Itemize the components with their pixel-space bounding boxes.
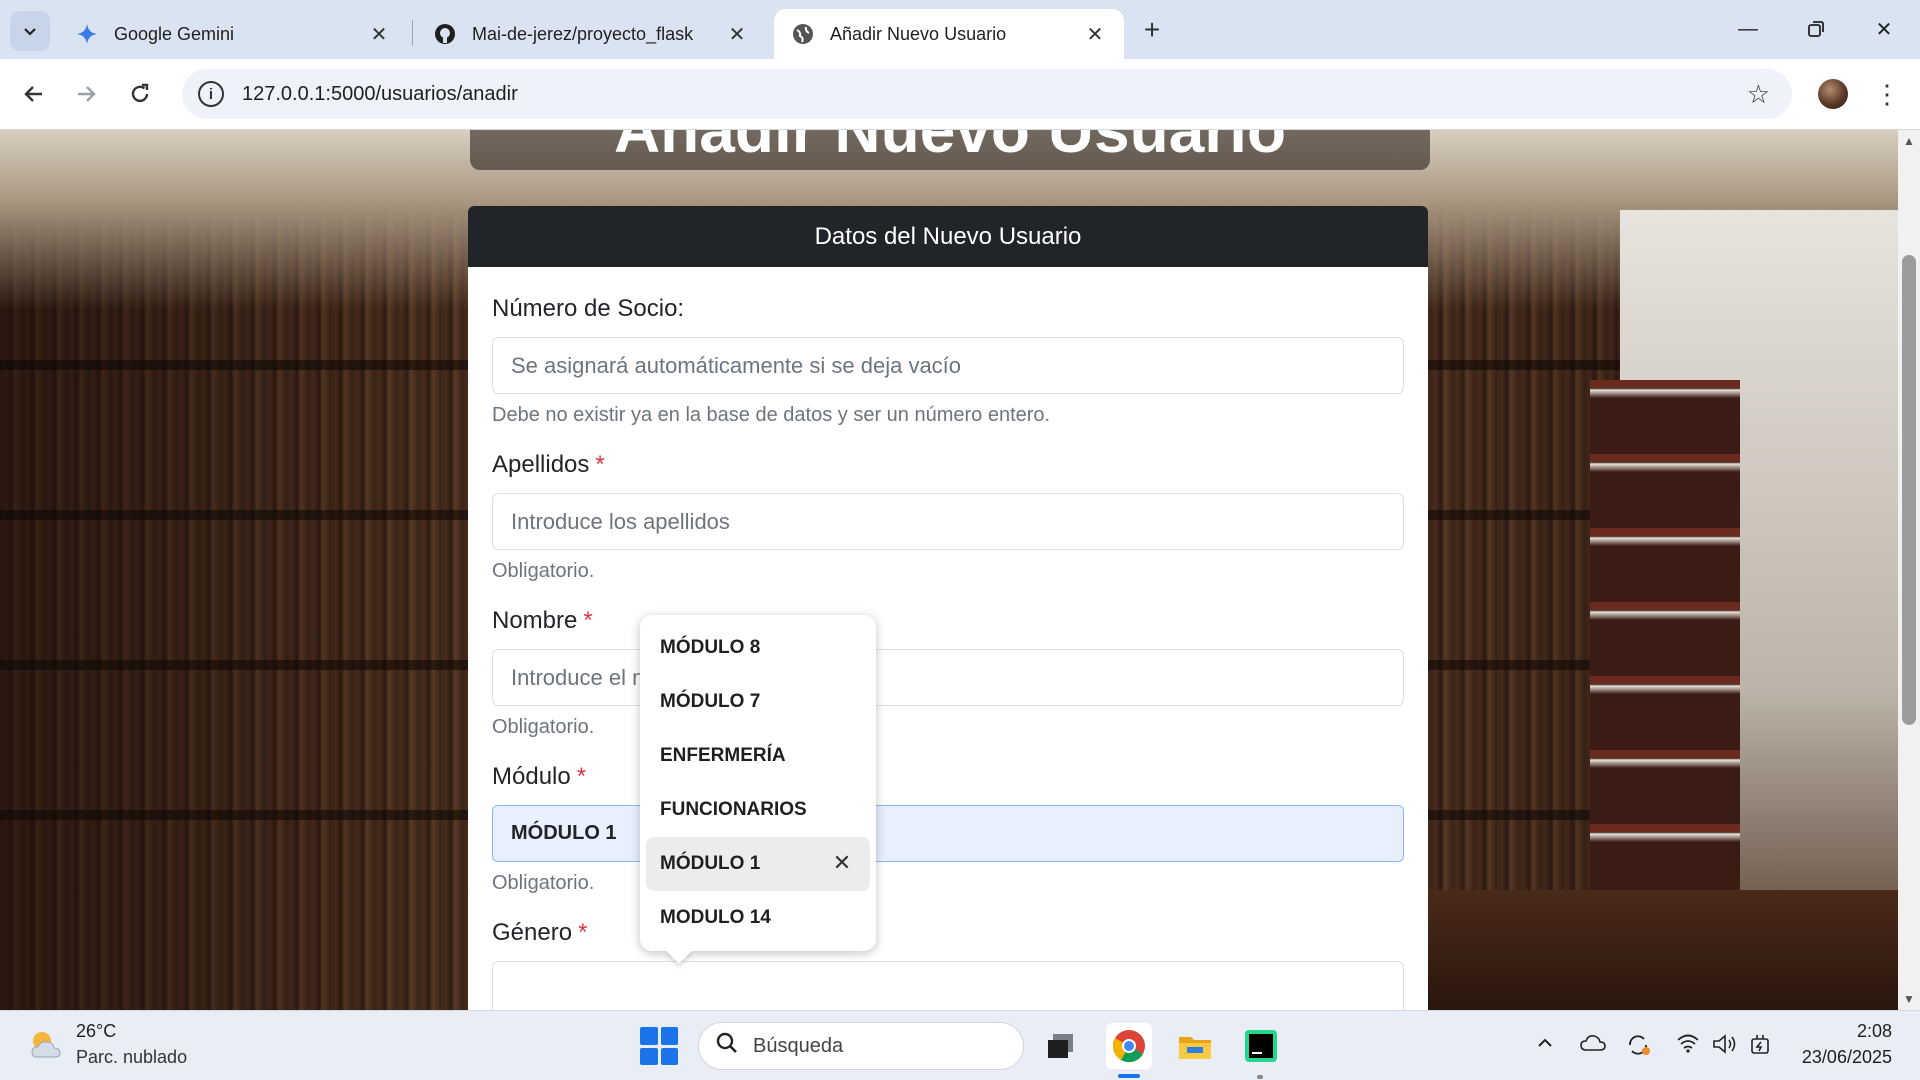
reload-icon [131, 83, 149, 103]
search-icon [715, 1031, 739, 1062]
new-tab-button[interactable]: + [1136, 14, 1168, 46]
onedrive-icon[interactable] [1580, 1033, 1606, 1059]
globe-icon [792, 23, 814, 45]
chevron-down-icon [24, 28, 36, 36]
field-genero: Género * [492, 919, 1404, 1010]
taskbar-search[interactable]: Búsqueda [698, 1022, 1024, 1070]
tab-separator [412, 20, 413, 46]
close-window-button[interactable]: ✕ [1856, 10, 1912, 48]
weather-temperature[interactable]: 26°C [76, 1021, 116, 1042]
numero-socio-input[interactable]: Se asignará automáticamente si se deja v… [492, 337, 1404, 394]
autocomplete-option-label: MÓDULO 1 [660, 853, 761, 874]
modulo-help: Obligatorio. [492, 872, 595, 894]
required-mark: * [578, 919, 588, 946]
browser-toolbar: i 127.0.0.1:5000/usuarios/anadir ☆ ⋮ [0, 59, 1920, 130]
autocomplete-option[interactable]: ENFERMERÍA [646, 729, 870, 783]
genero-label: Género * [492, 919, 588, 946]
tab-anadir-usuario[interactable]: Añadir Nuevo Usuario ✕ [774, 9, 1124, 59]
show-hidden-icons-icon[interactable] [1535, 1033, 1555, 1059]
search-placeholder: Búsqueda [753, 1034, 844, 1057]
back-button[interactable] [12, 72, 56, 116]
battery-charging-icon[interactable] [1748, 1033, 1772, 1063]
modulo-input[interactable]: MÓDULO 1 [492, 805, 1404, 862]
minimize-button[interactable]: — [1720, 10, 1776, 48]
arrow-right-icon [78, 86, 96, 102]
running-app-indicator [1257, 1075, 1263, 1079]
autocomplete-dropdown: MÓDULO 8 MÓDULO 7 ENFERMERÍA FUNCIONARIO… [640, 615, 876, 951]
file-explorer-icon[interactable] [1172, 1023, 1218, 1069]
close-tab-icon[interactable]: ✕ [368, 23, 390, 46]
github-icon [434, 23, 456, 45]
restore-button[interactable] [1788, 10, 1844, 48]
page-scrollbar[interactable]: ▲ ▼ [1898, 130, 1920, 1010]
tab-title: Google Gemini [114, 23, 235, 44]
numero-socio-help: Debe no existir ya en la base de datos y… [492, 404, 1051, 426]
autocomplete-option[interactable]: FUNCIONARIOS [646, 783, 870, 837]
field-numero-socio: Número de Socio: Se asignará automáticam… [492, 295, 1404, 427]
volume-icon[interactable] [1712, 1033, 1738, 1061]
card-title: Datos del Nuevo Usuario [468, 206, 1428, 267]
nombre-input[interactable]: Introduce el nombre [492, 649, 1404, 706]
field-modulo: Módulo * MÓDULO 1 Obligatorio. [492, 763, 1404, 895]
windows-start-icon[interactable] [640, 1027, 678, 1065]
autocomplete-option[interactable]: MÓDULO 8 [646, 621, 870, 675]
restore-icon [1808, 21, 1824, 37]
page-title: Añadir Nuevo Usuario [470, 130, 1430, 170]
required-mark: * [595, 451, 605, 478]
tab-google-gemini[interactable]: Google Gemini ✕ [58, 9, 408, 59]
windows-taskbar: 26°C Parc. nublado Búsqueda 2:08 23/06/2… [0, 1010, 1920, 1080]
numero-socio-label: Número de Socio: [492, 295, 685, 322]
scrollbar-thumb[interactable] [1902, 255, 1916, 725]
remove-suggestion-icon[interactable]: ✕ [830, 850, 854, 875]
weather-description[interactable]: Parc. nublado [76, 1047, 187, 1068]
tab-search-button[interactable] [10, 11, 50, 51]
partly-cloudy-icon[interactable] [26, 1027, 66, 1063]
pycharm-icon[interactable] [1238, 1023, 1284, 1069]
nombre-label: Nombre * [492, 607, 593, 634]
field-nombre: Nombre * Introduce el nombre Obligatorio. [492, 607, 1404, 739]
tab-title: Añadir Nuevo Usuario [830, 23, 1007, 44]
required-mark: * [583, 607, 593, 634]
apellidos-label: Apellidos * [492, 451, 605, 478]
background-floor [1420, 890, 1898, 1010]
profile-avatar[interactable] [1818, 79, 1848, 109]
user-form: Número de Socio: Se asignará automáticam… [468, 267, 1428, 1010]
clock-time[interactable]: 2:08 [1857, 1021, 1892, 1042]
tab-github[interactable]: Mai-de-jerez/proyecto_flask ✕ [416, 9, 766, 59]
forward-button[interactable] [64, 72, 108, 116]
apellidos-help: Obligatorio. [492, 560, 595, 582]
reload-button[interactable] [118, 72, 162, 116]
autocomplete-option-highlighted[interactable]: MÓDULO 1 ✕ [646, 837, 870, 891]
page-viewport: Añadir Nuevo Usuario Datos del Nuevo Usu… [0, 130, 1898, 1010]
close-tab-icon[interactable]: ✕ [726, 23, 748, 46]
modulo-label: Módulo * [492, 763, 587, 790]
active-app-indicator [1118, 1074, 1140, 1078]
sync-icon[interactable] [1626, 1033, 1652, 1063]
bookmark-star-icon[interactable]: ☆ [1747, 79, 1770, 110]
scroll-down-arrow-icon[interactable]: ▼ [1902, 992, 1916, 1006]
user-form-card: Datos del Nuevo Usuario Número de Socio:… [468, 206, 1428, 1010]
apellidos-input[interactable]: Introduce los apellidos [492, 493, 1404, 550]
required-mark: * [576, 763, 587, 790]
address-bar[interactable]: i 127.0.0.1:5000/usuarios/anadir ☆ [182, 69, 1792, 119]
gemini-icon [76, 23, 98, 45]
close-tab-icon[interactable]: ✕ [1084, 23, 1106, 46]
chrome-icon[interactable] [1106, 1023, 1152, 1069]
arrow-left-icon [24, 86, 42, 102]
task-view-icon[interactable] [1038, 1023, 1084, 1069]
nombre-help: Obligatorio. [492, 716, 595, 738]
url-text: 127.0.0.1:5000/usuarios/anadir [242, 82, 518, 105]
site-info-icon[interactable]: i [198, 81, 224, 107]
clock-date[interactable]: 23/06/2025 [1802, 1047, 1892, 1068]
tab-strip: Google Gemini ✕ Mai-de-jerez/proyecto_fl… [0, 0, 1920, 59]
scroll-up-arrow-icon[interactable]: ▲ [1902, 134, 1916, 148]
wifi-icon[interactable] [1676, 1033, 1700, 1059]
autocomplete-option[interactable]: MÓDULO 7 [646, 675, 870, 729]
browser-menu-icon[interactable]: ⋮ [1872, 77, 1902, 111]
field-apellidos: Apellidos * Introduce los apellidos Oblig… [492, 451, 1404, 583]
autocomplete-option[interactable]: MODULO 14 [646, 891, 870, 945]
genero-select[interactable] [492, 961, 1404, 1010]
tab-title: Mai-de-jerez/proyecto_flask [472, 23, 694, 44]
